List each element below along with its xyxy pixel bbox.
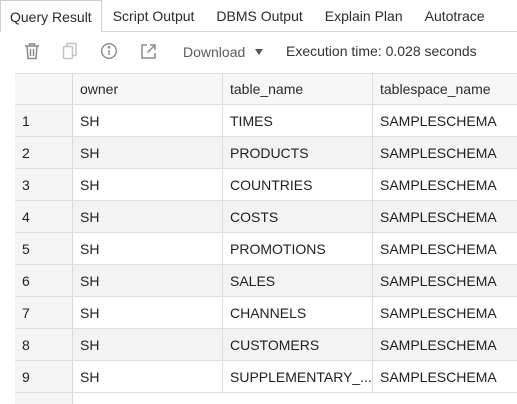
tab-explain-plan[interactable]: Explain Plan (314, 0, 414, 31)
row-number: 9 (15, 361, 73, 392)
cell-table-name[interactable]: CHANNELS (223, 297, 373, 328)
column-header-table-name[interactable]: table_name (223, 74, 373, 104)
cell-owner[interactable]: SH (73, 137, 223, 168)
cell-tablespace-name[interactable]: SAMPLESCHEMA (373, 233, 517, 264)
cell-table-name[interactable]: PROMOTIONS (223, 233, 373, 264)
open-external-icon[interactable] (139, 42, 157, 60)
cell-tablespace-name[interactable]: SAMPLESCHEMA (373, 169, 517, 200)
table-row[interactable]: 3 SH COUNTRIES SAMPLESCHEMA (15, 169, 517, 201)
grid-header-row: owner table_name tablespace_name (15, 73, 517, 105)
cell-table-name[interactable]: COUNTRIES (223, 169, 373, 200)
caret-down-icon (255, 49, 264, 55)
cell-owner[interactable]: SH (73, 265, 223, 296)
table-row[interactable]: 4 SH COSTS SAMPLESCHEMA (15, 201, 517, 233)
cell-tablespace-name[interactable]: SAMPLESCHEMA (373, 137, 517, 168)
cell-table-name[interactable]: COSTS (223, 201, 373, 232)
cell-table-name[interactable]: PRODUCTS (223, 137, 373, 168)
cell-table-name[interactable]: SALES (223, 265, 373, 296)
table-row[interactable]: 6 SH SALES SAMPLESCHEMA (15, 265, 517, 297)
download-dropdown[interactable]: Download (183, 44, 264, 60)
cell-owner[interactable]: SH (73, 201, 223, 232)
cell-tablespace-name[interactable]: SAMPLESCHEMA (373, 297, 517, 328)
cell-tablespace-name[interactable]: SAMPLESCHEMA (373, 265, 517, 296)
row-number: 1 (15, 105, 73, 136)
info-icon[interactable] (100, 42, 118, 60)
row-number: 3 (15, 169, 73, 200)
cell-tablespace-name[interactable]: SAMPLESCHEMA (373, 329, 517, 360)
cell-owner[interactable]: SH (73, 233, 223, 264)
query-result-panel: Query Result Script Output DBMS Output E… (0, 0, 517, 404)
cell-tablespace-name[interactable]: SAMPLESCHEMA (373, 201, 517, 232)
tab-query-result[interactable]: Query Result (0, 0, 102, 32)
trash-icon[interactable] (23, 42, 41, 60)
row-number: 2 (15, 137, 73, 168)
row-number: 5 (15, 233, 73, 264)
cell-tablespace-name[interactable]: SAMPLESCHEMA (373, 105, 517, 136)
tab-autotrace[interactable]: Autotrace (414, 0, 496, 31)
row-number: 4 (15, 201, 73, 232)
cell-owner[interactable]: SH (73, 329, 223, 360)
table-row[interactable]: 5 SH PROMOTIONS SAMPLESCHEMA (15, 233, 517, 265)
cell-owner[interactable]: SH (73, 169, 223, 200)
cell-owner[interactable]: SH (73, 361, 223, 392)
download-label: Download (183, 44, 246, 60)
copy-icon[interactable] (61, 42, 79, 60)
tab-dbms-output[interactable]: DBMS Output (205, 0, 313, 31)
cell-tablespace-name[interactable]: SAMPLESCHEMA (373, 361, 517, 392)
row-number: 6 (15, 265, 73, 296)
tab-script-output[interactable]: Script Output (102, 0, 206, 31)
cell-owner[interactable]: SH (73, 297, 223, 328)
table-row[interactable]: 9 SH SUPPLEMENTARY_... SAMPLESCHEMA (15, 361, 517, 393)
result-grid: owner table_name tablespace_name 1 SH TI… (15, 73, 517, 393)
output-tab-strip: Query Result Script Output DBMS Output E… (0, 0, 517, 32)
table-row[interactable]: 8 SH CUSTOMERS SAMPLESCHEMA (15, 329, 517, 361)
row-number: 7 (15, 297, 73, 328)
row-number-header (15, 74, 73, 104)
cell-owner[interactable]: SH (73, 105, 223, 136)
column-header-owner[interactable]: owner (73, 74, 223, 104)
cell-table-name[interactable]: TIMES (223, 105, 373, 136)
table-row[interactable]: 1 SH TIMES SAMPLESCHEMA (15, 105, 517, 137)
table-row[interactable]: 2 SH PRODUCTS SAMPLESCHEMA (15, 137, 517, 169)
execution-time: Execution time: 0.028 seconds (286, 43, 477, 59)
row-number-gutter (15, 393, 73, 404)
column-header-tablespace-name[interactable]: tablespace_name (373, 74, 517, 104)
cell-table-name[interactable]: CUSTOMERS (223, 329, 373, 360)
cell-table-name[interactable]: SUPPLEMENTARY_... (223, 361, 373, 392)
table-row[interactable]: 7 SH CHANNELS SAMPLESCHEMA (15, 297, 517, 329)
row-number: 8 (15, 329, 73, 360)
result-toolbar: Download Execution time: 0.028 seconds (0, 33, 517, 71)
